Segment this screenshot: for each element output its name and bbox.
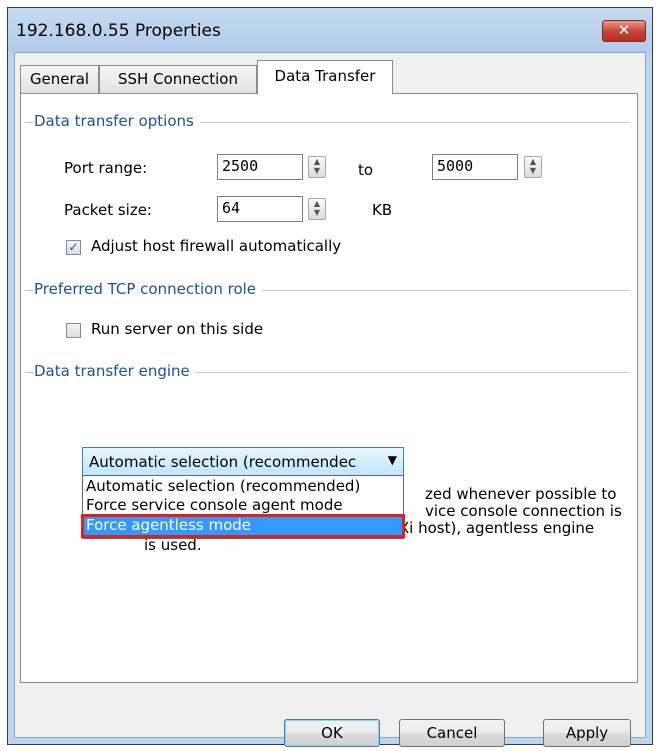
window-title: 192.168.0.55 Properties [16, 21, 221, 41]
packet-size-unit: KB [372, 201, 393, 219]
title-bar: 192.168.0.55 Properties ✕ [8, 8, 652, 52]
port-from-spinner[interactable]: ▲ ▼ [308, 156, 326, 178]
port-to-spinner[interactable]: ▲ ▼ [524, 156, 542, 178]
packet-size-input[interactable]: 64 [217, 196, 303, 222]
cancel-button[interactable]: Cancel [399, 719, 505, 747]
port-range-label: Port range: [64, 159, 148, 177]
tab-general-label: General [29, 70, 90, 88]
firewall-label: Adjust host firewall automatically [91, 237, 342, 255]
engine-description-line: is used. [144, 536, 202, 554]
section-title-engine: Data transfer engine [34, 362, 196, 380]
tab-data-transfer[interactable]: Data Transfer [257, 60, 393, 94]
close-icon: ✕ [617, 21, 631, 39]
packet-size-label: Packet size: [64, 201, 152, 219]
chevron-down-icon: ▼ [387, 453, 397, 467]
port-to-input[interactable]: 5000 [432, 154, 518, 180]
properties-dialog: 192.168.0.55 Properties ✕ General SSH Co… [7, 7, 653, 747]
port-from-input[interactable]: 2500 [217, 154, 303, 180]
run-server-label: Run server on this side [91, 320, 264, 338]
to-label: to [358, 161, 374, 179]
close-button[interactable]: ✕ [602, 20, 646, 42]
engine-option-agentless[interactable]: Force agentless mode [81, 514, 405, 538]
tab-general[interactable]: General [20, 65, 99, 93]
ok-button[interactable]: OK [284, 719, 380, 747]
tab-ssh-connection[interactable]: SSH Connection [99, 65, 257, 93]
tab-data-transfer-label: Data Transfer [274, 67, 376, 85]
engine-select-value: Automatic selection (recommendec [89, 453, 357, 471]
apply-button[interactable]: Apply [543, 719, 631, 747]
dialog-client-area: General SSH Connection Data Transfer Dat… [14, 52, 646, 747]
engine-option-service-console[interactable]: Force service console agent mode [83, 496, 403, 516]
tab-panel-data-transfer: Data transfer options Port range: 2500 ▲… [20, 93, 638, 683]
section-title-tcp-role: Preferred TCP connection role [34, 280, 263, 298]
run-server-checkbox[interactable] [66, 323, 81, 338]
section-title-data-transfer-options: Data transfer options [34, 112, 200, 130]
tab-ssh-connection-label: SSH Connection [118, 70, 238, 88]
engine-dropdown-list: Automatic selection (recommended) Force … [81, 475, 405, 539]
engine-select[interactable]: Automatic selection (recommendec ▼ [82, 447, 404, 476]
firewall-checkbox[interactable]: ✓ [66, 240, 81, 255]
checkmark-icon: ✓ [68, 240, 79, 254]
packet-size-spinner[interactable]: ▲ ▼ [308, 198, 326, 220]
engine-option-automatic[interactable]: Automatic selection (recommended) [83, 477, 403, 497]
